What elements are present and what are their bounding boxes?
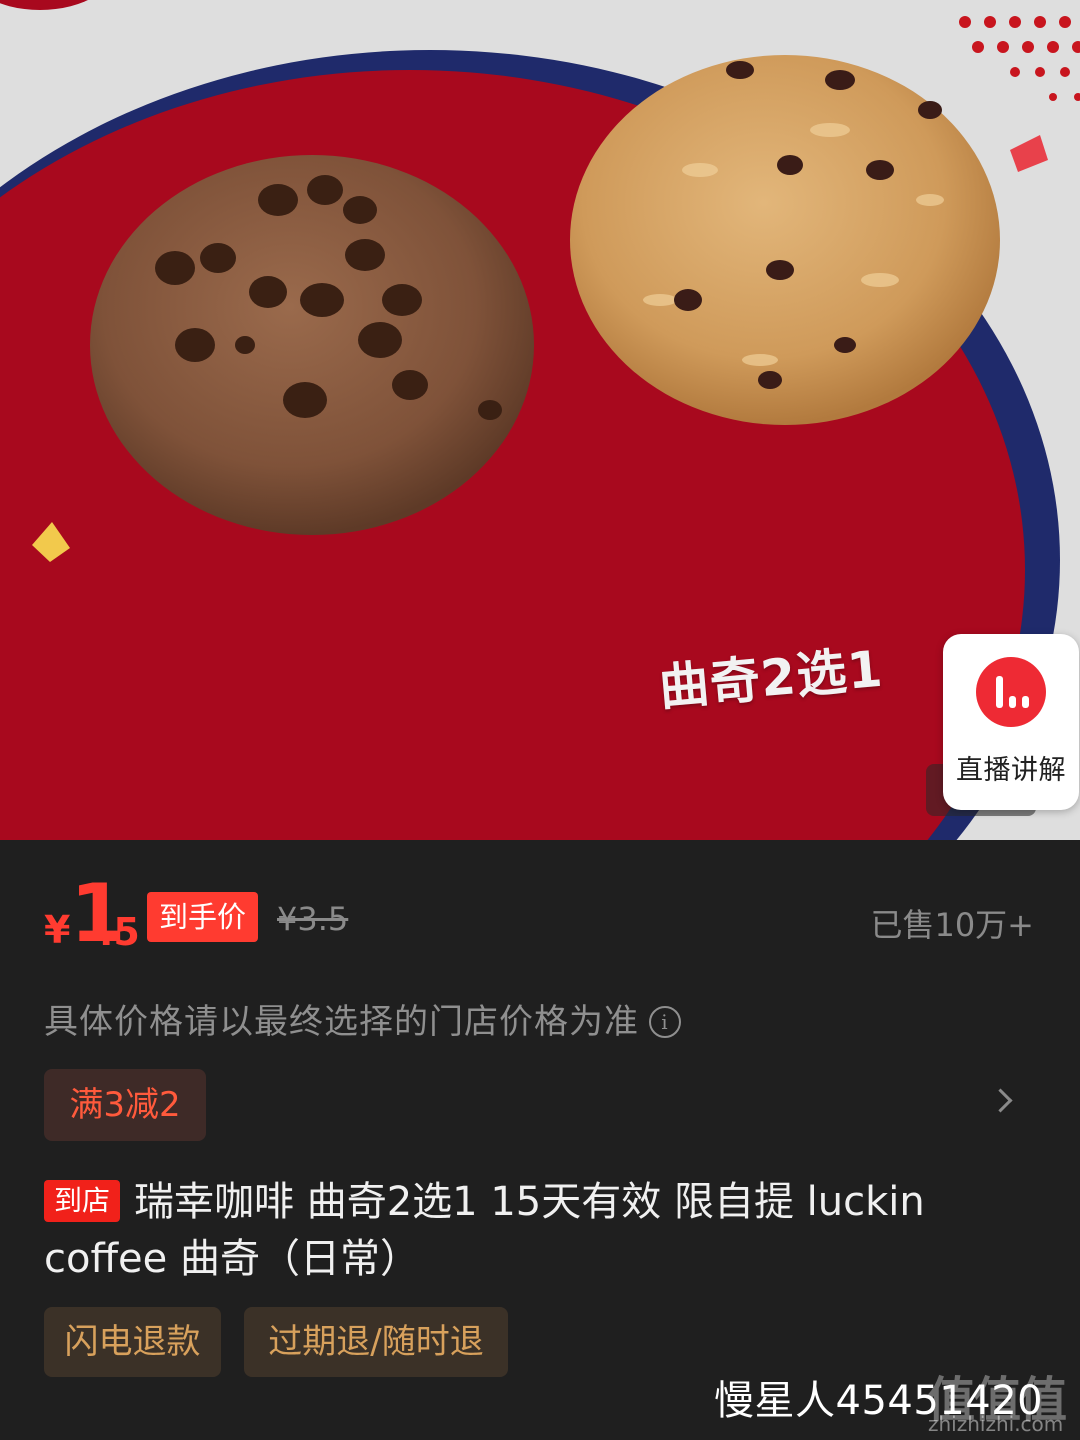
price-decimal: .5 xyxy=(99,910,140,954)
price-note-text: 具体价格请以最终选择的门店价格为准 xyxy=(44,1002,639,1042)
in-store-badge: 到店 xyxy=(44,1180,121,1222)
product-title-text: 瑞幸咖啡 曲奇2选1 15天有效 限自提 luckin coffee 曲奇（日常… xyxy=(44,1179,925,1282)
live-icon xyxy=(976,657,1046,727)
product-image-carousel[interactable]: 曲奇2选1 直播讲解 xyxy=(0,0,1080,840)
product-info-panel: ¥ 1 .5 到手价 ¥3.5 已售10万+ 具体价格请以最终选择的门店价格为准… xyxy=(0,840,1080,1440)
final-price-tag: 到手价 xyxy=(147,892,259,942)
live-explain-label: 直播讲解 xyxy=(956,755,1066,786)
chevron-right-icon[interactable] xyxy=(988,1088,1013,1113)
live-explain-button[interactable]: 直播讲解 xyxy=(943,634,1079,810)
price-row: ¥ 1 .5 到手价 ¥3.5 已售10万+ xyxy=(44,874,1034,960)
product-title: 到店 瑞幸咖啡 曲奇2选1 15天有效 限自提 luckin coffee 曲奇（… xyxy=(44,1174,1034,1288)
sold-count: 已售10万+ xyxy=(870,906,1034,944)
promotion-badge[interactable]: 满3减2 xyxy=(44,1069,206,1141)
watermark-url: zhizhizhi.com xyxy=(928,1412,1064,1436)
price-currency: ¥ xyxy=(44,908,71,952)
info-icon[interactable]: i xyxy=(649,1006,681,1038)
original-price: ¥3.5 xyxy=(277,900,349,938)
service-tag: 闪电退款 xyxy=(44,1307,221,1377)
product-image xyxy=(0,0,1080,840)
service-tag: 过期退/随时退 xyxy=(244,1307,508,1377)
price-note: 具体价格请以最终选择的门店价格为准 i xyxy=(44,994,681,1043)
